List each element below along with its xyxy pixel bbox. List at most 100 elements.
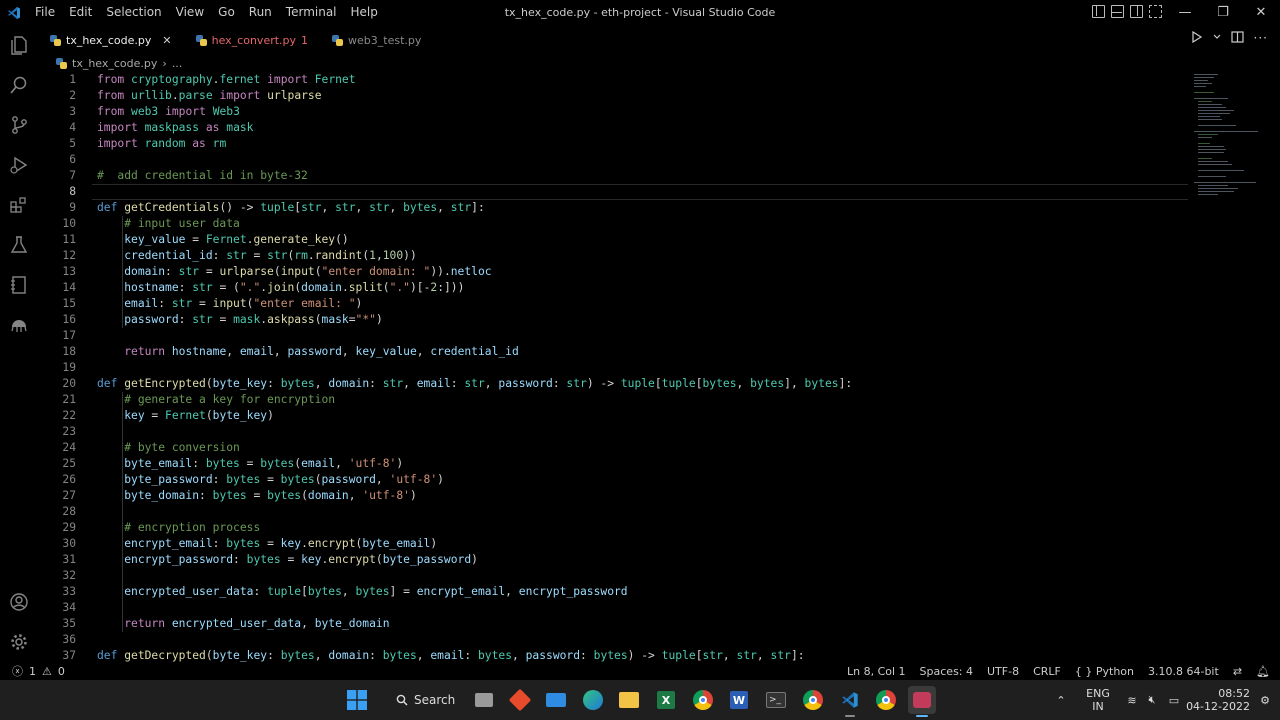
python-file-icon bbox=[195, 34, 207, 46]
file-explorer-icon[interactable] bbox=[615, 686, 643, 714]
code-line: 30 encrypt_email: bytes = key.encrypt(by… bbox=[38, 536, 1188, 552]
line-number: 25 bbox=[62, 457, 76, 470]
terminal-app-icon[interactable]: >_ bbox=[762, 686, 790, 714]
python-file-icon bbox=[50, 34, 61, 46]
clock[interactable]: 08:52 04-12-2022 bbox=[1186, 687, 1250, 713]
editor-actions: ··· bbox=[1191, 31, 1268, 45]
notifications-bell-icon[interactable]: 🔔︎ bbox=[1256, 665, 1270, 678]
snipping-tool-icon[interactable] bbox=[908, 686, 936, 717]
code-line: 4 import maskpass as mask bbox=[38, 120, 1188, 136]
battery-icon[interactable]: ▭ bbox=[1162, 694, 1186, 707]
line-number: 30 bbox=[62, 537, 76, 550]
language-label: Python bbox=[1095, 664, 1134, 678]
show-hidden-icons-icon[interactable]: ⌃ bbox=[1048, 694, 1074, 707]
extensions-icon[interactable] bbox=[9, 195, 29, 215]
line-number: 13 bbox=[62, 265, 76, 278]
task-view-icon[interactable] bbox=[470, 686, 498, 714]
search-icon[interactable] bbox=[9, 75, 29, 95]
line-number: 18 bbox=[62, 345, 76, 358]
toggle-panel-icon[interactable] bbox=[1111, 5, 1124, 18]
line-number: 26 bbox=[62, 473, 76, 486]
windows-start-icon[interactable] bbox=[343, 686, 371, 714]
code-line: 17 bbox=[38, 328, 1188, 344]
close-tab-icon[interactable]: ✕ bbox=[162, 34, 171, 47]
customize-layout-icon[interactable] bbox=[1149, 5, 1162, 18]
notebook-icon[interactable] bbox=[9, 275, 29, 295]
edge-browser-icon[interactable] bbox=[579, 686, 607, 714]
code-line: 20 def getEncrypted(byte_key: bytes, doma… bbox=[38, 376, 1188, 392]
word-app-icon[interactable]: W bbox=[725, 686, 753, 714]
indentation[interactable]: Spaces: 4 bbox=[920, 665, 973, 678]
interpreter-version[interactable]: 3.10.8 64-bit bbox=[1148, 665, 1219, 678]
menu-go[interactable]: Go bbox=[211, 0, 242, 25]
code-text: # generate a key for encryption bbox=[124, 393, 336, 406]
run-debug-icon[interactable] bbox=[9, 155, 29, 175]
accounts-icon[interactable] bbox=[9, 592, 29, 612]
chrome-profile-icon[interactable] bbox=[799, 686, 827, 714]
braces-icon: { } bbox=[1074, 664, 1093, 678]
search-label: Search bbox=[414, 693, 456, 707]
breadcrumb-symbol[interactable]: ... bbox=[172, 57, 183, 70]
encoding[interactable]: UTF-8 bbox=[987, 665, 1019, 678]
code-text: domain: str = urlparse(input("enter doma… bbox=[124, 265, 492, 278]
more-actions-icon[interactable]: ··· bbox=[1254, 31, 1268, 45]
status-right: Ln 8, Col 1 Spaces: 4 UTF-8 CRLF { } Pyt… bbox=[847, 665, 1270, 678]
breadcrumb-file[interactable]: tx_hex_code.py bbox=[72, 57, 157, 70]
remote-explorer-icon[interactable] bbox=[9, 315, 29, 335]
menu-view[interactable]: View bbox=[169, 0, 211, 25]
menu-run[interactable]: Run bbox=[242, 0, 279, 25]
taskbar-search-button[interactable]: Search bbox=[386, 688, 456, 712]
run-python-file-icon[interactable] bbox=[1191, 31, 1203, 43]
toggle-secondary-sidebar-icon[interactable] bbox=[1130, 5, 1143, 18]
mail-app-icon[interactable] bbox=[542, 686, 570, 714]
split-editor-icon[interactable] bbox=[1230, 31, 1244, 43]
line-number: 12 bbox=[62, 249, 76, 262]
tab-hex-convert[interactable]: hex_convert.py 1 bbox=[184, 28, 320, 52]
tab-web3-test[interactable]: web3_test.py bbox=[320, 28, 433, 52]
minimap[interactable] bbox=[1192, 72, 1272, 202]
manage-gear-icon[interactable] bbox=[9, 632, 29, 652]
code-line: 23 bbox=[38, 424, 1188, 440]
code-line: 31 encrypt_password: bytes = key.encrypt… bbox=[38, 552, 1188, 568]
code-editor[interactable]: 1 from cryptography.fernet import Fernet … bbox=[38, 72, 1188, 662]
cursor-position[interactable]: Ln 8, Col 1 bbox=[847, 665, 906, 678]
line-number: 23 bbox=[62, 425, 76, 438]
menu-edit[interactable]: Edit bbox=[62, 0, 99, 25]
code-line: 5 import random as rm bbox=[38, 136, 1188, 152]
menu-file[interactable]: File bbox=[28, 0, 62, 25]
code-text: return encrypted_user_data, byte_domain bbox=[124, 617, 390, 630]
close-window-icon[interactable]: ✕ bbox=[1242, 0, 1280, 25]
excel-app-icon[interactable]: X bbox=[652, 686, 680, 714]
code-line: 18 return hostname, email, password, key… bbox=[38, 344, 1188, 360]
clock-date: 04-12-2022 bbox=[1186, 700, 1250, 713]
menu-help[interactable]: Help bbox=[344, 0, 385, 25]
explorer-icon[interactable] bbox=[9, 35, 29, 55]
tab-tx-hex-code[interactable]: tx_hex_code.py ✕ bbox=[38, 28, 184, 52]
toggle-primary-sidebar-icon[interactable] bbox=[1092, 5, 1105, 18]
volume-muted-icon[interactable]: 🔇︎ bbox=[1142, 693, 1162, 707]
notification-settings-icon[interactable]: ⚙ bbox=[1250, 694, 1280, 707]
language-mode[interactable]: { } Python bbox=[1075, 665, 1134, 678]
line-number: 2 bbox=[69, 89, 76, 102]
problems-indicator[interactable]: ⓧ 1 ⚠ 0 bbox=[12, 663, 65, 679]
chevron-down-icon[interactable] bbox=[1213, 31, 1221, 43]
testing-icon[interactable] bbox=[9, 235, 29, 255]
menu-selection[interactable]: Selection bbox=[99, 0, 168, 25]
end-of-line[interactable]: CRLF bbox=[1033, 665, 1061, 678]
menu-terminal[interactable]: Terminal bbox=[279, 0, 344, 25]
line-number: 11 bbox=[62, 233, 76, 246]
wifi-icon[interactable]: ≋ bbox=[1122, 694, 1142, 707]
vscode-taskbar-icon[interactable] bbox=[836, 686, 864, 717]
line-number: 17 bbox=[62, 329, 76, 342]
code-line: 1 from cryptography.fernet import Fernet bbox=[38, 72, 1188, 88]
git-app-icon[interactable] bbox=[506, 686, 534, 714]
source-control-icon[interactable] bbox=[9, 115, 29, 135]
minimize-icon[interactable]: — bbox=[1166, 0, 1204, 25]
language-indicator[interactable]: ENG IN bbox=[1074, 687, 1122, 713]
feedback-icon[interactable]: ⇄ bbox=[1233, 665, 1242, 678]
chrome-canary-icon[interactable] bbox=[872, 686, 900, 714]
chrome-browser-icon[interactable] bbox=[689, 686, 717, 714]
line-number: 28 bbox=[62, 505, 76, 518]
code-line: 2 from urllib.parse import urlparse bbox=[38, 88, 1188, 104]
restore-icon[interactable]: ❐ bbox=[1204, 0, 1242, 25]
